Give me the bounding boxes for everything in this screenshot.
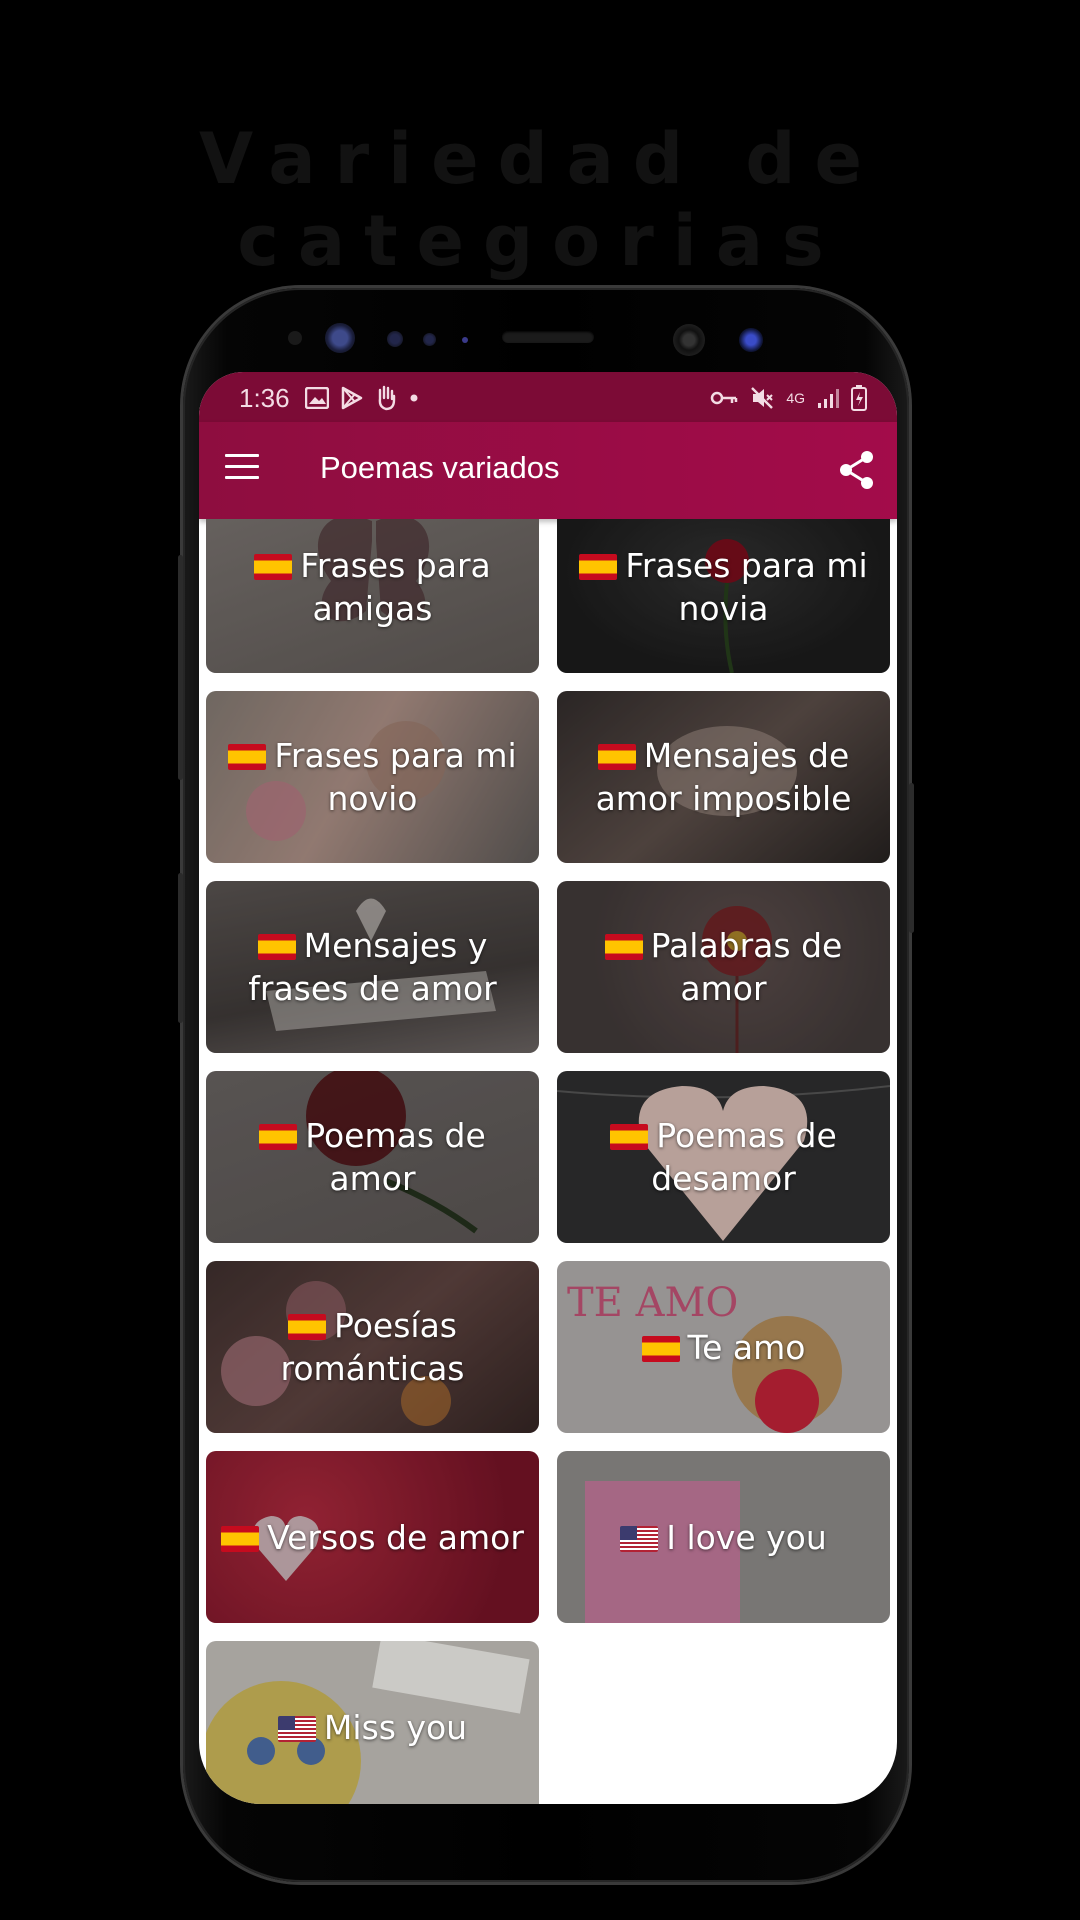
spain-flag-icon xyxy=(228,744,267,770)
network-type-label: 4G xyxy=(786,390,805,406)
spain-flag-icon xyxy=(604,934,643,960)
category-label: Versos de amor xyxy=(213,1516,532,1559)
volume-button xyxy=(178,555,183,780)
app-title: Poemas variados xyxy=(320,450,560,485)
sensor-icon xyxy=(423,333,436,346)
spain-flag-icon xyxy=(597,744,636,770)
category-label: Frases para amigas xyxy=(206,544,539,630)
category-card[interactable]: Poemas de desamor xyxy=(557,1071,890,1243)
signal-icon xyxy=(818,389,839,408)
sensor-icon xyxy=(288,331,302,345)
category-label: Frases para mi novia xyxy=(557,544,890,630)
category-card[interactable]: Palabras de amor xyxy=(557,881,890,1053)
category-label: Poesías románticas xyxy=(280,1306,465,1388)
proximity-sensor-icon xyxy=(739,328,763,352)
category-grid: Frases para amigas Frases para mi novia … xyxy=(199,519,897,1804)
category-card[interactable]: TE AMO Te amo xyxy=(557,1261,890,1433)
status-bar: 1:36 4G xyxy=(199,372,897,422)
play-store-icon xyxy=(341,386,363,410)
category-card[interactable]: I love you xyxy=(557,1451,890,1623)
category-card[interactable]: Poemas de amor xyxy=(206,1071,539,1243)
usa-flag-icon xyxy=(620,1525,659,1552)
spain-flag-icon xyxy=(259,1124,298,1150)
spain-flag-icon xyxy=(254,554,293,580)
promo-title: Variedad de categorias xyxy=(199,118,881,282)
category-card[interactable]: Frases para mi novio xyxy=(206,691,539,863)
app-bar: Poemas variados xyxy=(199,422,897,519)
power-button xyxy=(909,783,914,933)
category-card[interactable]: Mensajes y frases de amor xyxy=(206,881,539,1053)
hand-icon xyxy=(378,385,396,411)
usa-flag-icon xyxy=(277,1715,316,1742)
battery-charging-icon xyxy=(851,385,867,411)
image-icon xyxy=(305,387,329,409)
category-label: Miss you xyxy=(270,1706,475,1749)
screen: 1:36 4G Poemas variados Frases para amig… xyxy=(199,372,897,1804)
category-label: I love you xyxy=(612,1516,835,1559)
category-label: Te amo xyxy=(634,1326,814,1369)
status-time: 1:36 xyxy=(239,383,290,413)
hamburger-menu-icon[interactable] xyxy=(225,454,259,480)
category-card[interactable]: Versos de amor xyxy=(206,1451,539,1623)
earpiece xyxy=(502,331,594,343)
category-card[interactable]: Mensajes de amor imposible xyxy=(557,691,890,863)
front-camera-icon xyxy=(673,324,705,356)
category-label: Mensajes y frases de amor xyxy=(248,926,497,1008)
iris-scanner-icon xyxy=(325,323,355,353)
category-card[interactable]: Miss you xyxy=(206,1641,539,1804)
spain-flag-icon xyxy=(579,554,618,580)
bixby-button xyxy=(178,873,183,1023)
category-label: Mensajes de amor imposible xyxy=(595,736,852,818)
category-card[interactable]: Poesías románticas xyxy=(206,1261,539,1433)
spain-flag-icon xyxy=(221,1525,260,1552)
category-label: Poemas de desamor xyxy=(557,1114,890,1200)
mute-icon xyxy=(751,387,774,409)
category-label: Frases para mi novio xyxy=(206,734,539,820)
vpn-key-icon xyxy=(711,391,738,405)
category-card[interactable]: Frases para mi novia xyxy=(557,519,890,673)
spain-flag-icon xyxy=(610,1124,649,1150)
dot-icon xyxy=(462,337,468,343)
category-label: Poemas de amor xyxy=(206,1114,539,1200)
spain-flag-icon xyxy=(641,1335,680,1362)
spain-flag-icon xyxy=(257,934,296,960)
category-label: Palabras de amor xyxy=(557,924,890,1010)
category-card[interactable]: Frases para amigas xyxy=(206,519,539,673)
spain-flag-icon xyxy=(288,1314,326,1340)
dot-icon xyxy=(410,394,418,402)
sensor-icon xyxy=(387,331,403,347)
share-icon[interactable] xyxy=(839,450,875,490)
